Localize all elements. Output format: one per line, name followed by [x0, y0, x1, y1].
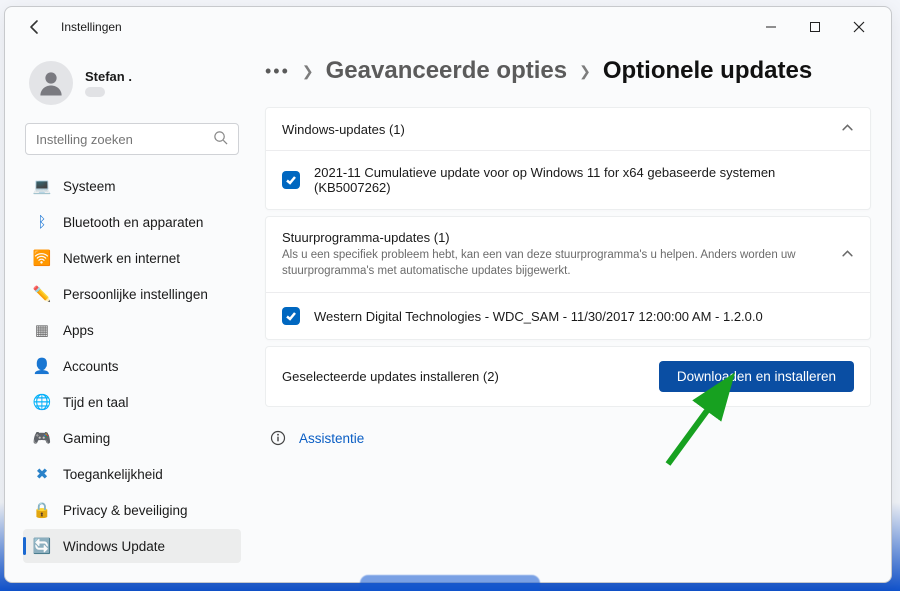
- close-button[interactable]: [837, 11, 881, 43]
- nav: 💻 Systeem ᛒ Bluetooth en apparaten 🛜 Netwerk …: [23, 169, 241, 563]
- sidebar-icon: 🔄: [33, 537, 51, 555]
- main-content: ••• ❯ Geavanceerde opties ❯ Optionele up…: [247, 47, 891, 582]
- sidebar: Stefan . 💻 Systeem ᛒ Bluetooth en apparaten…: [5, 47, 247, 582]
- sidebar-icon: 🔒: [33, 501, 51, 519]
- sidebar-item-windows-update[interactable]: 🔄 Windows Update: [23, 529, 241, 563]
- sidebar-icon: 🎮: [33, 429, 51, 447]
- minimize-icon: [765, 21, 777, 33]
- arrow-left-icon: [27, 19, 43, 35]
- sidebar-item-label: Toegankelijkheid: [63, 467, 163, 482]
- window-title: Instellingen: [61, 20, 122, 34]
- sidebar-item-gaming[interactable]: 🎮 Gaming: [23, 421, 241, 455]
- chevron-right-icon: ❯: [579, 63, 591, 80]
- sidebar-icon: ✏️: [33, 285, 51, 303]
- maximize-icon: [809, 21, 821, 33]
- search-input[interactable]: [36, 132, 213, 147]
- sidebar-item-label: Gaming: [63, 431, 110, 446]
- sidebar-icon: 👤: [33, 357, 51, 375]
- chevron-right-icon: ❯: [302, 63, 314, 80]
- search-input-wrap[interactable]: [25, 123, 239, 155]
- section-subtitle: Als u een specifiek probleem hebt, kan e…: [282, 248, 802, 279]
- sidebar-item-accounts[interactable]: 👤 Accounts: [23, 349, 241, 383]
- sidebar-item-netwerk-en-internet[interactable]: 🛜 Netwerk en internet: [23, 241, 241, 275]
- sidebar-item-bluetooth-en-apparaten[interactable]: ᛒ Bluetooth en apparaten: [23, 205, 241, 239]
- user-block[interactable]: Stefan .: [23, 49, 241, 123]
- sidebar-item-privacy-beveiliging[interactable]: 🔒 Privacy & beveiliging: [23, 493, 241, 527]
- titlebar: Instellingen: [5, 7, 891, 47]
- sidebar-item-label: Apps: [63, 323, 94, 338]
- sidebar-item-tijd-en-taal[interactable]: 🌐 Tijd en taal: [23, 385, 241, 419]
- sidebar-item-toegankelijkheid[interactable]: ✖ Toegankelijkheid: [23, 457, 241, 491]
- chevron-up-icon: [841, 247, 854, 263]
- sidebar-icon: ✖: [33, 465, 51, 483]
- sidebar-item-label: Accounts: [63, 359, 119, 374]
- close-icon: [853, 21, 865, 33]
- person-icon: [36, 68, 66, 98]
- sidebar-item-systeem[interactable]: 💻 Systeem: [23, 169, 241, 203]
- sidebar-item-label: Netwerk en internet: [63, 251, 180, 266]
- install-bar: Geselecteerde updates installeren (2) Do…: [265, 346, 871, 407]
- update-item-label: Western Digital Technologies - WDC_SAM -…: [314, 309, 763, 324]
- breadcrumb-parent[interactable]: Geavanceerde opties: [326, 57, 567, 85]
- chevron-up-icon: [841, 121, 854, 137]
- sidebar-item-persoonlijke-instellingen[interactable]: ✏️ Persoonlijke instellingen: [23, 277, 241, 311]
- update-item[interactable]: 2021-11 Cumulatieve update voor op Windo…: [266, 151, 870, 209]
- update-item[interactable]: Western Digital Technologies - WDC_SAM -…: [266, 293, 870, 339]
- assist-icon: [269, 429, 287, 447]
- checkbox[interactable]: [282, 307, 300, 325]
- back-button[interactable]: [23, 15, 47, 39]
- breadcrumb-more[interactable]: •••: [265, 61, 290, 82]
- section-header[interactable]: Stuurprogramma-updates (1) Als u een spec…: [266, 217, 870, 292]
- section-title: Windows-updates (1): [282, 122, 405, 137]
- section-title: Stuurprogramma-updates (1): [282, 230, 802, 245]
- update-section: Windows-updates (1) 2021-11 Cumulatieve u…: [265, 107, 871, 210]
- sidebar-item-apps[interactable]: ▦ Apps: [23, 313, 241, 347]
- sidebar-item-label: Privacy & beveiliging: [63, 503, 188, 518]
- breadcrumb: ••• ❯ Geavanceerde opties ❯ Optionele up…: [265, 57, 871, 85]
- sidebar-item-label: Systeem: [63, 179, 116, 194]
- avatar: [29, 61, 73, 105]
- sidebar-item-label: Windows Update: [63, 539, 165, 554]
- assist-link[interactable]: Assistentie: [265, 429, 871, 447]
- minimize-button[interactable]: [749, 11, 793, 43]
- install-count-label: Geselecteerde updates installeren (2): [282, 369, 499, 384]
- sidebar-item-label: Persoonlijke instellingen: [63, 287, 208, 302]
- sidebar-item-label: Bluetooth en apparaten: [63, 215, 203, 230]
- section-header[interactable]: Windows-updates (1): [266, 108, 870, 150]
- sidebar-icon: 🛜: [33, 249, 51, 267]
- sidebar-icon: 🌐: [33, 393, 51, 411]
- username: Stefan .: [85, 69, 132, 84]
- search-icon: [213, 130, 228, 148]
- download-install-button[interactable]: Downloaden en installeren: [659, 361, 854, 392]
- checkbox[interactable]: [282, 171, 300, 189]
- sidebar-icon: ▦: [33, 321, 51, 339]
- taskbar-hint: [360, 575, 540, 591]
- sidebar-icon: ᛒ: [33, 213, 51, 231]
- page-title: Optionele updates: [603, 57, 812, 85]
- update-section: Stuurprogramma-updates (1) Als u een spec…: [265, 216, 871, 340]
- assist-label: Assistentie: [299, 431, 364, 446]
- sidebar-icon: 💻: [33, 177, 51, 195]
- update-item-label: 2021-11 Cumulatieve update voor op Windo…: [314, 165, 854, 195]
- sidebar-item-label: Tijd en taal: [63, 395, 129, 410]
- maximize-button[interactable]: [793, 11, 837, 43]
- user-account-type: [85, 87, 105, 97]
